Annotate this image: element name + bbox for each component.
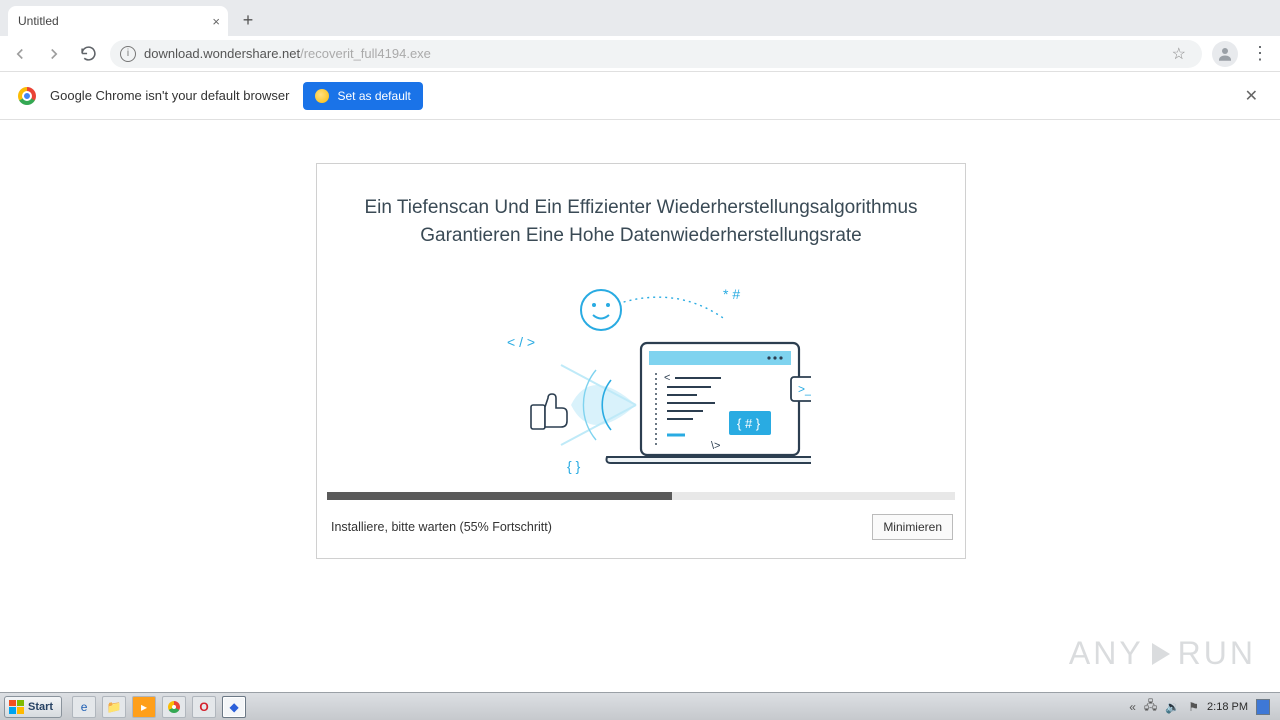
svg-text:<: < [664,372,670,384]
url-text: download.wondershare.net/recoverit_full4… [144,46,431,61]
taskbar: Start e 📁 ▸ O ◆ « 🖧 🔉 ⚑ 2:18 PM [0,692,1280,720]
decor-starhash: * # [723,286,740,302]
bookmark-star-icon[interactable]: ☆ [1172,44,1186,64]
installer-window: Ein Tiefenscan Und Ein Effizienter Wiede… [316,163,966,559]
svg-text:\>: \> [711,440,720,452]
reload-button[interactable] [76,42,100,66]
chrome-logo-icon [18,87,36,105]
browser-tab[interactable]: Untitled × [8,6,228,36]
taskbar-media-icon[interactable]: ▸ [132,696,156,718]
start-button[interactable]: Start [4,696,62,718]
default-browser-infobar: Google Chrome isn't your default browser… [0,72,1280,120]
forward-button[interactable] [42,42,66,66]
svg-text:{ # }: { # } [737,416,761,431]
taskbar-chrome-icon[interactable] [162,696,186,718]
decor-braces: { } [567,458,581,474]
decor-codetag: < / > [507,334,535,350]
installer-heading: Ein Tiefenscan Und Ein Effizienter Wiede… [317,164,965,259]
start-label: Start [28,701,53,713]
infobar-message: Google Chrome isn't your default browser [50,88,289,103]
installer-illustration: < / > * # { } < \> [317,265,965,475]
profile-avatar-icon[interactable] [1212,41,1238,67]
svg-text:>_: >_ [798,382,811,396]
address-bar[interactable]: i download.wondershare.net/recoverit_ful… [110,40,1202,68]
shield-icon [315,89,329,103]
tray-clock[interactable]: 2:18 PM [1207,701,1248,713]
taskbar-installer-icon[interactable]: ◆ [222,696,246,718]
set-as-default-button[interactable]: Set as default [303,82,422,110]
install-progress-fill [327,492,672,500]
taskbar-explorer-icon[interactable]: 📁 [102,696,126,718]
tray-volume-icon[interactable]: 🔉 [1165,700,1180,714]
install-status-text: Installiere, bitte warten (55% Fortschri… [331,520,552,534]
tray-show-desktop[interactable] [1256,699,1270,715]
play-triangle-icon [1152,643,1170,665]
minimize-installer-button[interactable]: Minimieren [872,514,953,540]
tray-expand-icon[interactable]: « [1129,700,1136,714]
close-infobar-icon[interactable]: ✕ [1241,82,1262,110]
system-tray: « 🖧 🔉 ⚑ 2:18 PM [1129,696,1276,717]
back-button[interactable] [8,42,32,66]
kebab-menu-icon[interactable]: ⋮ [1248,43,1272,64]
taskbar-ie-icon[interactable]: e [72,696,96,718]
site-info-icon[interactable]: i [120,46,136,62]
close-tab-icon[interactable]: × [212,14,220,29]
taskbar-opera-icon[interactable]: O [192,696,216,718]
taskbar-pinned: e 📁 ▸ O ◆ [72,696,246,718]
watermark: ANY RUN [1069,635,1256,672]
install-progress-bar [327,492,955,500]
windows-flag-icon [9,700,24,714]
toolbar: i download.wondershare.net/recoverit_ful… [0,36,1280,72]
tray-flag-icon[interactable]: ⚑ [1188,700,1199,714]
tab-title: Untitled [18,14,59,28]
tab-strip: Untitled × + [0,0,1280,36]
tray-network-icon[interactable]: 🖧 [1144,696,1157,717]
new-tab-button[interactable]: + [234,6,262,34]
set-as-default-label: Set as default [337,89,410,103]
